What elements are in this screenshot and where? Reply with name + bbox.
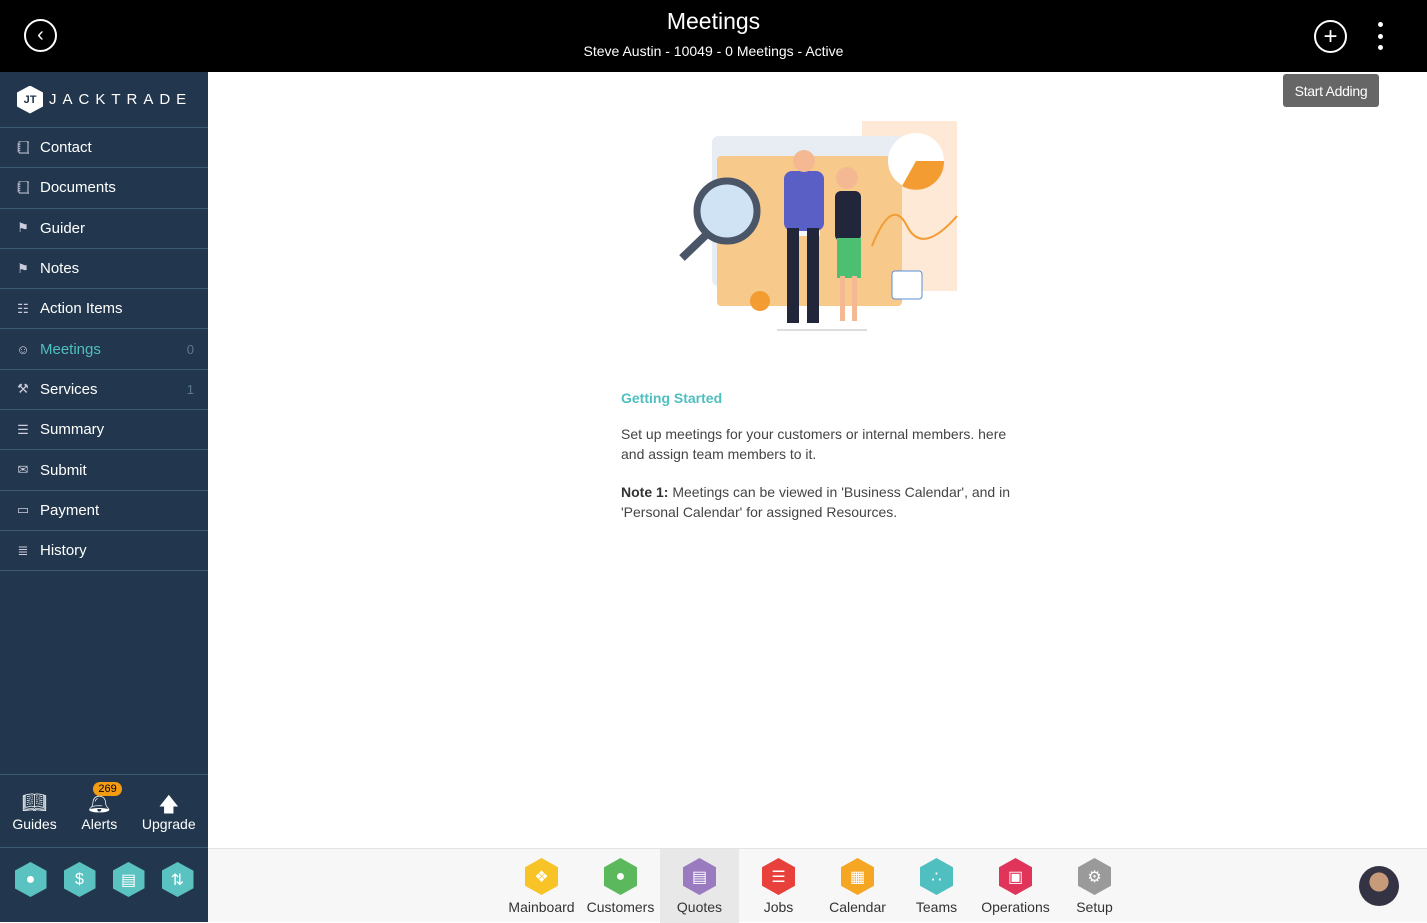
- app-quotes[interactable]: ▤ Quotes: [660, 849, 739, 923]
- history-icon: ≣: [17, 542, 29, 558]
- top-bar: ‹ Meetings Steve Austin - 10049 - 0 Meet…: [0, 0, 1427, 72]
- guides-label: Guides: [12, 816, 57, 832]
- sidebar-item-label: Documents: [40, 179, 116, 197]
- app-label: Mainboard: [508, 899, 575, 915]
- sidebar-item-summary[interactable]: ☰ Summary: [0, 410, 208, 451]
- brand-logo[interactable]: JT JACKTRADE: [0, 72, 208, 128]
- document-book-icon: 📒︎: [15, 179, 32, 195]
- calendar-icon: ▦: [841, 858, 874, 895]
- app-mainboard[interactable]: ❖ Mainboard: [502, 849, 581, 923]
- guides-button[interactable]: 📖︎ Guides: [12, 790, 56, 832]
- sidebar-item-label: Meetings: [40, 340, 101, 358]
- app-label: Setup: [1076, 899, 1113, 915]
- operations-icon: ▣: [999, 858, 1032, 895]
- mainboard-icon: ❖: [525, 858, 558, 895]
- sidebar-item-label: Action Items: [40, 300, 123, 318]
- page-subtitle: Steve Austin - 10049 - 0 Meetings - Acti…: [583, 43, 844, 59]
- meetings-illustration: [679, 121, 958, 331]
- app-jobs[interactable]: ☰ Jobs: [739, 849, 818, 923]
- app-calendar[interactable]: ▦ Calendar: [818, 849, 897, 923]
- sidebar-item-submit[interactable]: ✉ Submit: [0, 450, 208, 491]
- book-icon: 📖︎: [21, 792, 48, 814]
- sidebar-item-label: Submit: [40, 461, 87, 479]
- start-adding-button[interactable]: Start Adding: [1283, 74, 1379, 107]
- sidebar-item-label: Notes: [40, 260, 80, 278]
- setup-icon: ⚙: [1078, 858, 1111, 895]
- plus-icon: +: [1323, 22, 1338, 50]
- sidebar-item-contact[interactable]: 📒︎ Contact: [0, 128, 208, 169]
- alerts-label: Alerts: [81, 816, 118, 832]
- signpost-icon: ⚑: [17, 260, 29, 276]
- app-teams[interactable]: ∴ Teams: [897, 849, 976, 923]
- sidebar-item-guider[interactable]: ⚑ Guider: [0, 209, 208, 249]
- app-label: Operations: [981, 899, 1050, 915]
- teams-icon: ∴: [920, 858, 953, 895]
- payment-icon: ▭: [16, 502, 30, 518]
- clipboard-icon: ☷: [17, 300, 29, 316]
- sidebar-item-services[interactable]: ⚒ Services 1: [0, 370, 208, 411]
- sidebar-item-documents[interactable]: 📒︎ Documents: [0, 168, 208, 209]
- alerts-badge: 269: [93, 782, 122, 796]
- sidebar-item-label: Payment: [40, 501, 100, 519]
- note-text: Meetings can be viewed in 'Business Cale…: [621, 484, 1010, 520]
- app-label: Teams: [915, 899, 958, 915]
- signpost-icon: ⚑: [17, 220, 29, 236]
- app-setup[interactable]: ⚙ Setup: [1055, 849, 1134, 923]
- summary-icon: ☰: [17, 421, 29, 437]
- app-label: Calendar: [829, 899, 886, 915]
- brand-name: JACKTRADE: [49, 91, 193, 108]
- money-icon[interactable]: ▤: [112, 862, 145, 897]
- sidebar-item-action-items[interactable]: ☷ Action Items: [0, 289, 208, 330]
- upgrade-button[interactable]: 🡅 Upgrade: [142, 790, 196, 832]
- meetings-icon: ☺: [16, 341, 30, 357]
- sidebar-item-payment[interactable]: ▭ Payment: [0, 491, 208, 531]
- add-button[interactable]: +: [1314, 20, 1347, 53]
- contact-book-icon: 📒︎: [15, 139, 32, 155]
- getting-started-heading: Getting Started: [621, 390, 723, 406]
- customers-icon: ●: [604, 858, 637, 895]
- arrow-up-icon: 🡅: [158, 794, 180, 816]
- sidebar-item-label: Summary: [40, 421, 105, 439]
- sidebar-item-meetings[interactable]: ☺ Meetings 0: [0, 329, 208, 370]
- getting-started: Getting Started Set up meetings for your…: [621, 388, 1011, 540]
- sidebar-item-count: 0: [186, 341, 194, 357]
- upgrade-label: Upgrade: [141, 816, 196, 832]
- app-operations[interactable]: ▣ Operations: [976, 849, 1055, 923]
- note-label: Note 1:: [621, 484, 669, 500]
- jobs-icon: ☰: [762, 858, 795, 895]
- workflow-icon[interactable]: ⇅: [161, 862, 194, 897]
- dollar-icon[interactable]: $: [63, 862, 96, 897]
- sidebar-item-label: History: [40, 542, 87, 560]
- note: Note 1: Meetings can be viewed in 'Busin…: [621, 482, 1011, 522]
- quotes-icon: ▤: [683, 858, 716, 895]
- sidebar-item-label: Contact: [40, 139, 92, 157]
- submit-icon: ✉: [17, 462, 29, 478]
- sidebar-item-label: Guider: [40, 219, 86, 237]
- page-title: Meetings: [666, 8, 761, 34]
- user-avatar[interactable]: [1359, 866, 1399, 906]
- sidebar-item-count: 1: [186, 381, 194, 397]
- app-customers[interactable]: ● Customers: [581, 849, 660, 923]
- user-icon[interactable]: ●: [14, 862, 47, 897]
- alerts-button[interactable]: 269 🔔︎ Alerts: [81, 782, 122, 832]
- services-icon: ⚒: [17, 381, 29, 397]
- logo-icon: JT: [17, 85, 43, 114]
- app-label: Quotes: [676, 899, 723, 915]
- more-menu-button[interactable]: [1372, 22, 1388, 50]
- bottom-app-bar: ❖ Mainboard ● Customers ▤ Quotes ☰ Jobs ▦ Calenda…: [208, 848, 1427, 923]
- app-label: Jobs: [763, 899, 794, 915]
- sidebar-item-label: Services: [40, 380, 98, 398]
- sidebar-item-history[interactable]: ≣ History: [0, 531, 208, 572]
- sidebar-item-notes[interactable]: ⚑ Notes: [0, 249, 208, 290]
- app-label: Customers: [586, 899, 655, 915]
- description: Set up meetings for your customers or in…: [621, 426, 1007, 462]
- sidebar: JT JACKTRADE 📒︎ Contact 📒︎ Documents ⚑ Guider…: [0, 72, 208, 922]
